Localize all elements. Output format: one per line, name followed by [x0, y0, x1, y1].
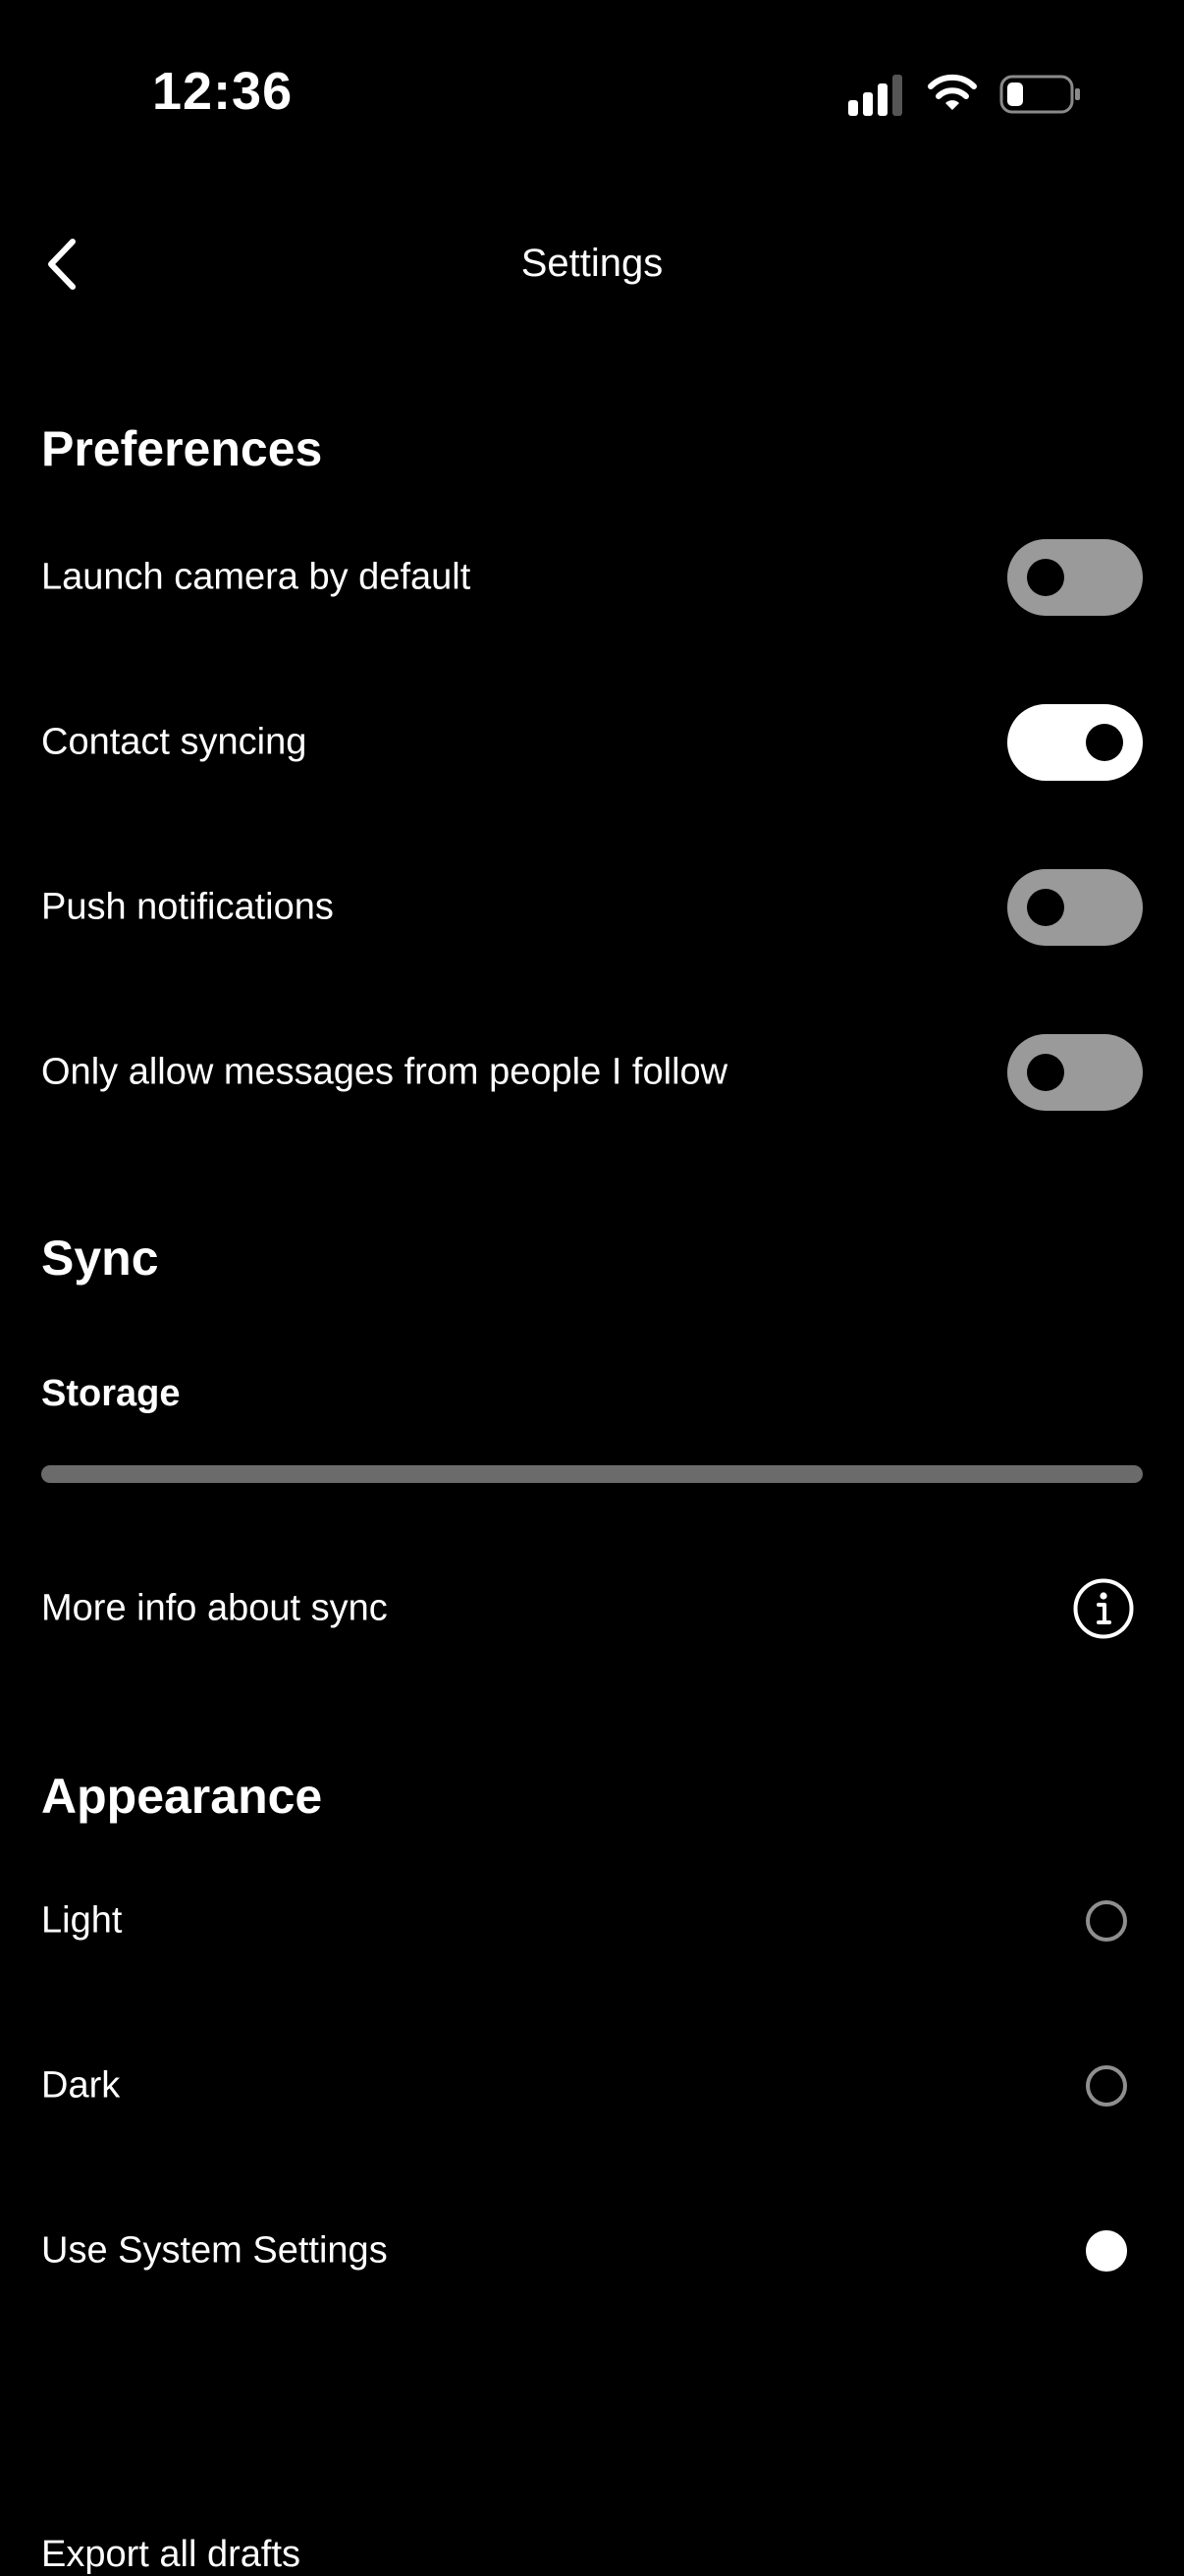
preference-label: Only allow messages from people I follow — [41, 1051, 728, 1093]
push-notifications-toggle[interactable] — [1007, 869, 1143, 946]
toggle-knob — [1027, 889, 1064, 926]
light-radio[interactable] — [1086, 1900, 1127, 1942]
preference-label: Contact syncing — [41, 721, 307, 763]
preference-row-launch-camera: Launch camera by default — [0, 519, 1184, 636]
toggle-knob — [1027, 1054, 1064, 1091]
battery-icon — [999, 75, 1080, 114]
appearance-option-light[interactable]: Light — [0, 1862, 1184, 1980]
more-info-sync-row[interactable]: More info about sync — [0, 1550, 1184, 1668]
info-icon[interactable] — [1072, 1577, 1135, 1640]
sync-section-title: Sync — [41, 1231, 159, 1286]
appearance-section-title: Appearance — [41, 1769, 323, 1824]
toggle-knob — [1086, 724, 1123, 761]
launch-camera-toggle[interactable] — [1007, 539, 1143, 616]
preference-label: Push notifications — [41, 886, 334, 928]
contact-syncing-toggle[interactable] — [1007, 704, 1143, 781]
appearance-option-dark[interactable]: Dark — [0, 2027, 1184, 2145]
preferences-section-title: Preferences — [41, 421, 323, 476]
cellular-signal-icon — [848, 75, 903, 116]
appearance-option-system[interactable]: Use System Settings — [0, 2192, 1184, 2310]
appearance-option-label: Light — [41, 1899, 123, 1942]
preference-row-push-notifications: Push notifications — [0, 849, 1184, 966]
system-settings-radio[interactable] — [1086, 2230, 1127, 2272]
page-title: Settings — [520, 242, 664, 285]
toggle-knob — [1027, 559, 1064, 596]
status-time: 12:36 — [152, 62, 294, 121]
appearance-option-label: Use System Settings — [41, 2229, 388, 2272]
storage-progress-bar — [41, 1465, 1143, 1483]
preference-label: Launch camera by default — [41, 556, 471, 598]
preference-row-only-followed-messages: Only allow messages from people I follow — [0, 1014, 1184, 1131]
storage-label: Storage — [41, 1373, 181, 1414]
only-followed-messages-toggle[interactable] — [1007, 1034, 1143, 1111]
preference-row-contact-syncing: Contact syncing — [0, 684, 1184, 801]
more-info-sync-label: More info about sync — [41, 1587, 388, 1629]
dark-radio[interactable] — [1086, 2065, 1127, 2107]
wifi-icon — [928, 74, 977, 110]
export-all-drafts-button[interactable]: Export all drafts — [41, 2534, 300, 2576]
appearance-option-label: Dark — [41, 2064, 121, 2107]
